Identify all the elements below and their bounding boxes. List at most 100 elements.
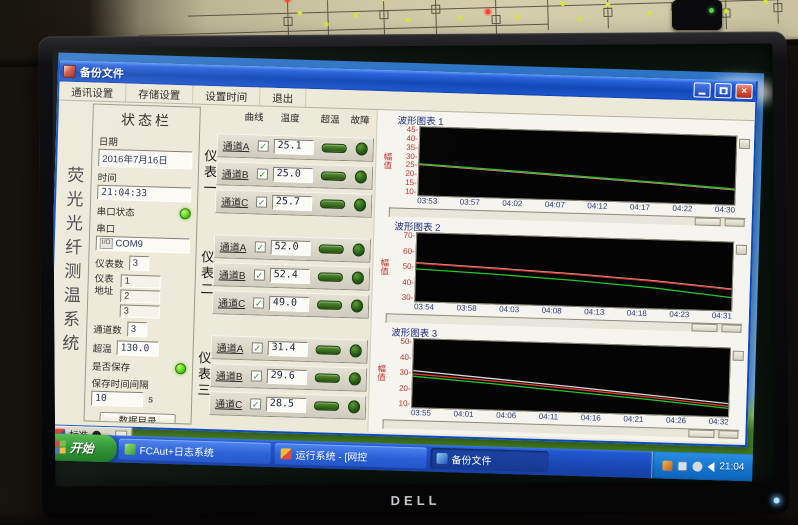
curve-checkbox[interactable]: ✓ (256, 196, 267, 207)
tray-usb-icon[interactable] (692, 461, 702, 471)
curve-checkbox[interactable]: ✓ (254, 269, 265, 280)
curve-checkbox[interactable]: ✓ (252, 342, 263, 353)
instrument-group-2: 仪表二 通道A ✓ 52.0 通道B ✓ (194, 223, 373, 329)
start-button[interactable]: 开始 (52, 433, 117, 462)
menu-item-storage-settings[interactable]: 存储设置 (126, 84, 194, 104)
taskbar-task-backup-file[interactable]: 备份文件 (430, 448, 549, 472)
date-value: 2016年7月16日 (98, 149, 192, 170)
temperature-value: 52.4 (269, 268, 310, 284)
channel-label: 通道C (215, 395, 246, 411)
serial-port-value: COM9 (115, 238, 143, 250)
curve-checkbox[interactable]: ✓ (250, 398, 261, 409)
temperature-value: 49.0 (269, 296, 310, 312)
instrument-group-1: 仪表一 通道A ✓ 25.1 通道B ✓ (197, 122, 376, 228)
monitor-power-led (774, 497, 780, 503)
channel-row: 通道C ✓ 28.5 (209, 391, 367, 420)
time-label: 时间 (98, 170, 192, 187)
device-led (709, 8, 714, 13)
channel-label: 通道A (220, 238, 251, 254)
overtemp-label: 超温 (93, 340, 112, 355)
chart-scroll-button[interactable] (739, 139, 750, 149)
channel-label: 通道C (218, 294, 249, 310)
instrument-name: 仪表一 (199, 148, 219, 197)
save-interval-unit: s (148, 394, 153, 405)
overtemp-indicator (319, 244, 344, 254)
tray-clock[interactable]: 21:04 (719, 461, 744, 473)
scrollbar-thumb[interactable] (688, 429, 714, 438)
instrument-group-3: 仪表三 通道A ✓ 31.4 通道B ✓ (191, 324, 370, 430)
data-directory-button[interactable]: 数据目录 (99, 412, 176, 425)
overtemp-indicator (317, 300, 342, 310)
menu-item-comm-settings[interactable]: 通讯设置 (59, 82, 127, 102)
menu-item-exit[interactable]: 退出 (260, 87, 307, 106)
tray-volume-icon[interactable] (707, 461, 714, 471)
close-button[interactable]: × (735, 84, 752, 99)
scrollbar-thumb[interactable] (695, 217, 721, 226)
temperature-value: 28.5 (266, 397, 307, 413)
chart-scroll-button[interactable] (733, 351, 744, 361)
curve-checkbox[interactable]: ✓ (251, 370, 262, 381)
tray-graphics-icon[interactable] (662, 460, 672, 470)
scrollbar-end-button[interactable] (718, 430, 738, 439)
wall-device (672, 0, 722, 30)
scrollbar-end-button[interactable] (725, 218, 745, 227)
channel-label: 通道B (219, 266, 250, 282)
waveform-chart-3: 波形图表 3 幅值 5040302010 03:5504:0104:0604:1… (374, 324, 744, 441)
status-panel-title: 状态栏 (99, 109, 194, 132)
desk-shadow (0, 511, 798, 525)
curve-checkbox[interactable]: ✓ (255, 241, 266, 252)
scrollbar-end-button[interactable] (721, 324, 741, 333)
curve-checkbox[interactable]: ✓ (258, 140, 269, 151)
serial-status-led (180, 208, 191, 219)
channel-row: 通道C ✓ 25.7 (215, 189, 373, 218)
menu-item-set-time[interactable]: 设置时间 (193, 85, 261, 105)
taskbar-task-run-system[interactable]: 运行系统 - [网控 (274, 443, 427, 469)
fault-led (352, 243, 365, 256)
date-label: 日期 (99, 134, 193, 151)
maximize-button[interactable] (714, 83, 731, 98)
temperature-value: 25.1 (273, 139, 314, 155)
temperature-value: 31.4 (267, 341, 308, 357)
overtemp-indicator (316, 345, 341, 355)
meter-address-list[interactable]: 1 2 3 (120, 274, 161, 318)
meter-address-item[interactable]: 3 (120, 304, 160, 318)
channel-label: 通道A (223, 137, 254, 153)
status-panel: 状态栏 日期 2016年7月16日 时间 21:04:33 串口状态 串口 (84, 104, 201, 425)
fault-led (354, 170, 367, 183)
temperature-value: 52.0 (270, 240, 311, 256)
charts-column: 波形图表 1 幅值 4540353025201510 03:5303:5704:… (367, 110, 754, 443)
plot-area[interactable] (414, 232, 734, 311)
plot-area[interactable] (411, 338, 731, 417)
windows-flag-icon (53, 440, 66, 454)
channel-count-label: 通道数 (93, 321, 122, 336)
fault-led (350, 299, 363, 312)
channel-label: 通道C (221, 193, 252, 209)
curve-checkbox[interactable]: ✓ (253, 297, 264, 308)
chart-scroll-button[interactable] (736, 245, 747, 255)
overtemp-value[interactable]: 130.0 (116, 340, 158, 356)
meter-address-item[interactable]: 2 (120, 289, 160, 303)
meter-count-value[interactable]: 3 (129, 256, 149, 272)
save-flag-label: 是否保存 (92, 359, 130, 374)
overtemp-indicator (315, 373, 340, 383)
serial-port-select[interactable]: I/O COM9 (96, 236, 190, 254)
temperature-value: 25.0 (272, 167, 313, 183)
temperature-value: 29.6 (266, 369, 307, 385)
overtemp-indicator (314, 401, 339, 411)
instrument-name: 仪表三 (193, 350, 213, 399)
plot-area[interactable] (417, 126, 737, 205)
fault-led (351, 271, 364, 284)
task-icon (125, 444, 136, 455)
scrollbar-thumb[interactable] (691, 323, 717, 332)
save-interval-value[interactable]: 10 (91, 391, 143, 408)
channel-row: 通道C ✓ 49.0 (212, 290, 370, 319)
curve-checkbox[interactable]: ✓ (257, 168, 268, 179)
meter-address-item[interactable]: 1 (120, 274, 160, 288)
minimize-button[interactable] (693, 82, 710, 97)
taskbar-task-log-system[interactable]: FCAut+日志系统 (118, 438, 271, 464)
fault-led (347, 400, 360, 413)
channel-count-value[interactable]: 3 (127, 322, 147, 338)
save-flag-led[interactable] (175, 363, 186, 374)
channel-row: 通道A ✓ 52.0 (213, 234, 371, 263)
tray-display-icon[interactable] (677, 461, 687, 471)
